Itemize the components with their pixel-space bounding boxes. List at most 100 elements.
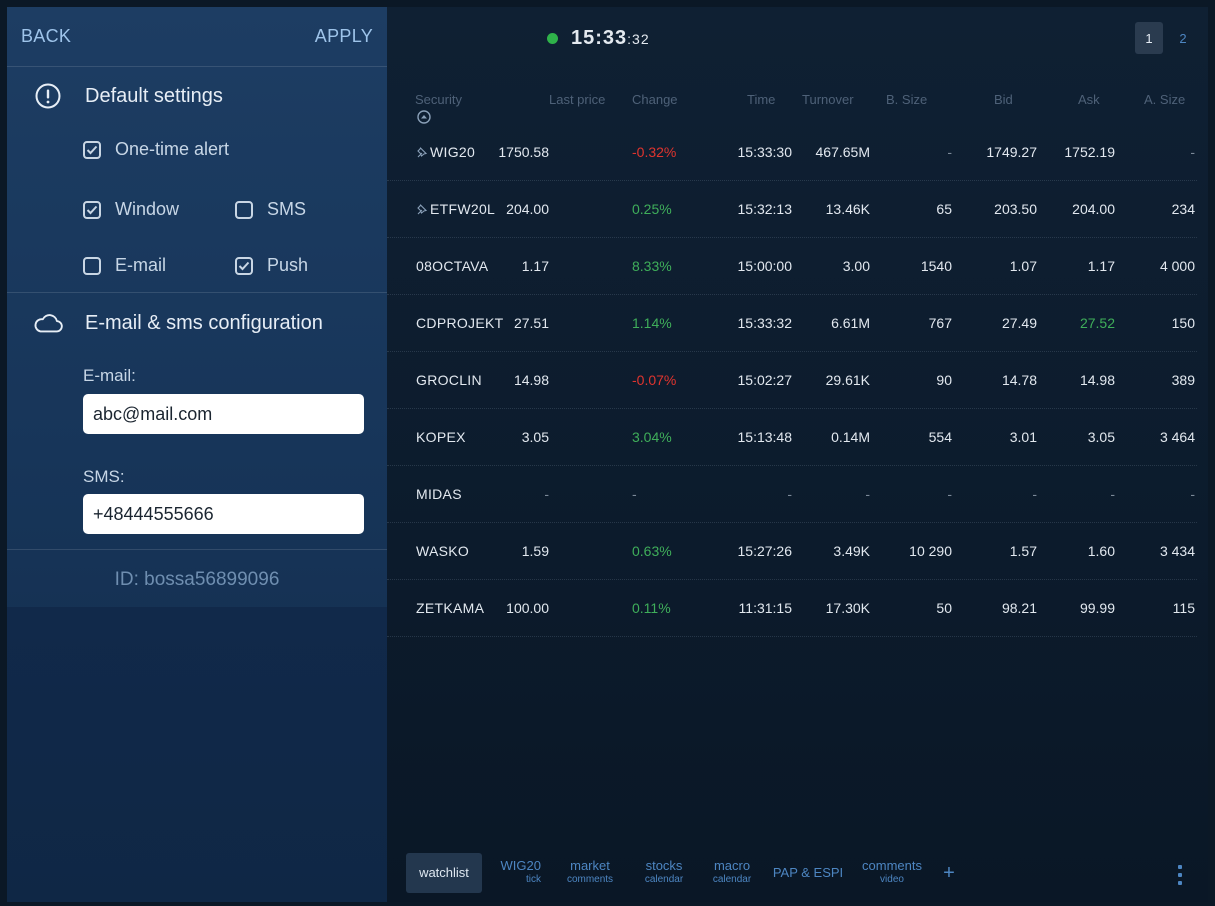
tab-sublabel: video [880,874,904,885]
checkbox-box [83,200,101,219]
cell-ask: 3.05 [1087,429,1115,445]
email-field[interactable] [83,394,364,434]
settings-toolbar: BACK APPLY [7,7,387,67]
cell-change: - [632,486,637,502]
tab-watchlist[interactable]: watchlist [406,853,482,893]
cell-last: - [544,486,549,502]
col-turnover[interactable]: Turnover [802,92,854,107]
tab-comments-video[interactable]: comments video [853,853,931,893]
tab-sublabel: comments [566,874,614,885]
cell-ask: 204.00 [1072,201,1115,217]
more-options-icon[interactable] [1178,865,1182,885]
cell-last: 3.05 [521,429,549,445]
col-time[interactable]: Time [747,92,775,107]
tab-market-comments[interactable]: market comments [553,853,627,893]
config-title: E-mail & sms configuration [85,311,323,334]
cell-ask: 14.98 [1079,372,1115,388]
table-row[interactable]: WASKO 1.59 0.63% 15:27:26 3.49K 10 290 1.57 1.6… [387,523,1197,580]
cell-bsize: - [947,144,952,160]
cell-turnover: 13.46K [825,201,870,217]
security-name: CDPROJEKT [416,315,504,331]
security-name: KOPEX [416,429,466,445]
cell-last: 204.00 [506,201,549,217]
email-push-row: E-mail Push [7,240,387,290]
security-label: WIG20 [430,144,476,160]
col-a-size[interactable]: A. Size [1144,92,1185,107]
sms-field[interactable] [83,494,364,534]
pin-icon [416,145,428,161]
pin-icon [416,202,428,218]
col-ask[interactable]: Ask [1078,92,1100,107]
bottom-tab-bar: watchlist WIG20 tick market comments stock… [387,847,1208,902]
cell-time: 11:31:15 [738,600,792,616]
sms-label: SMS [267,199,307,219]
cell-time: 15:33:30 [737,144,793,160]
tab-label: stocks [645,858,683,873]
cell-ask: 1.17 [1087,258,1115,274]
cell-bid: 203.50 [994,201,1037,217]
cell-asize: 3 464 [1159,429,1195,445]
col-bid[interactable]: Bid [994,92,1013,107]
cell-asize: 4 000 [1159,258,1195,274]
cell-change: 0.11% [632,600,671,616]
cell-bsize: 50 [936,600,952,616]
back-button[interactable]: BACK [21,26,71,47]
section-divider [7,292,387,293]
cell-bid: 14.78 [1001,372,1037,388]
col-b-size[interactable]: B. Size [886,92,927,107]
apply-button[interactable]: APPLY [315,26,373,47]
connection-status-dot [547,33,558,44]
push-checkbox[interactable]: Push [235,255,308,276]
page-2-button[interactable]: 2 [1169,22,1197,54]
tab-pap-espi[interactable]: PAP & ESPI [767,853,849,893]
config-header: E-mail & sms configuration [7,303,387,343]
cell-ask: 1.60 [1087,543,1115,559]
one-time-alert-checkbox[interactable]: One-time alert [83,139,229,160]
cell-ask: 99.99 [1079,600,1115,616]
cell-time: 15:33:32 [737,315,793,331]
tab-macro-calendar[interactable]: macro calendar [701,853,763,893]
cell-bid: - [1032,486,1037,502]
table-row[interactable]: ETFW20L 204.00 0.25% 15:32:13 13.46K 65 203.50… [387,181,1197,238]
cell-asize: 234 [1171,201,1195,217]
page-1-button[interactable]: 1 [1135,22,1163,54]
cell-bid: 1749.27 [986,144,1037,160]
col-security[interactable]: Security [415,92,462,107]
col-change[interactable]: Change [632,92,678,107]
cell-change: -0.07% [632,372,677,388]
checkmark-icon [86,145,98,154]
table-row[interactable]: WIG20 1750.58 -0.32% 15:33:30 467.65M - 1749.2… [387,124,1197,181]
tab-wig20-tick[interactable]: WIG20 tick [487,853,549,893]
table-row[interactable]: GROCLIN 14.98 -0.07% 15:02:27 29.61K 90 14.78 1… [387,352,1197,409]
security-label: GROCLIN [416,372,482,388]
cell-bsize: - [947,486,952,502]
tab-stocks-calendar[interactable]: stocks calendar [631,853,697,893]
one-time-alert-row: One-time alert [7,124,387,174]
table-row[interactable]: KOPEX 3.05 3.04% 15:13:48 0.14M 554 3.01 3.05 3 … [387,409,1197,466]
tab-sublabel: tick [526,874,541,885]
cell-last: 1750.58 [498,144,549,160]
col-last-price[interactable]: Last price [549,92,605,107]
table-row[interactable]: 08OCTAVA 1.17 8.33% 15:00:00 3.00 1540 1.07 1.1… [387,238,1197,295]
cell-ask: - [1110,486,1115,502]
cloud-icon [33,308,63,338]
add-tab-button[interactable]: + [935,853,963,893]
table-row[interactable]: CDPROJEKT 27.51 1.14% 15:33:32 6.61M 767 27.49… [387,295,1197,352]
security-label: 08OCTAVA [416,258,489,274]
cell-time: 15:32:13 [737,201,793,217]
email-checkbox[interactable]: E-mail [83,255,166,276]
cell-bsize: 554 [928,429,952,445]
cell-last: 14.98 [513,372,549,388]
tab-label: PAP & ESPI [772,865,844,880]
sms-checkbox[interactable]: SMS [235,199,306,220]
user-id: ID: bossa56899096 [114,569,280,590]
cell-bid: 1.07 [1009,258,1037,274]
cell-time: 15:00:00 [737,258,793,274]
cell-change: 0.63% [632,543,672,559]
table-row[interactable]: MIDAS - - - - - - - - [387,466,1197,523]
window-checkbox[interactable]: Window [83,199,179,220]
cell-asize: 150 [1171,315,1195,331]
tab-label: WIG20 [500,858,541,873]
cell-ask: 27.52 [1079,315,1115,331]
table-row[interactable]: ZETKAMA 100.00 0.11% 11:31:15 17.30K 50 98.21 9… [387,580,1197,637]
